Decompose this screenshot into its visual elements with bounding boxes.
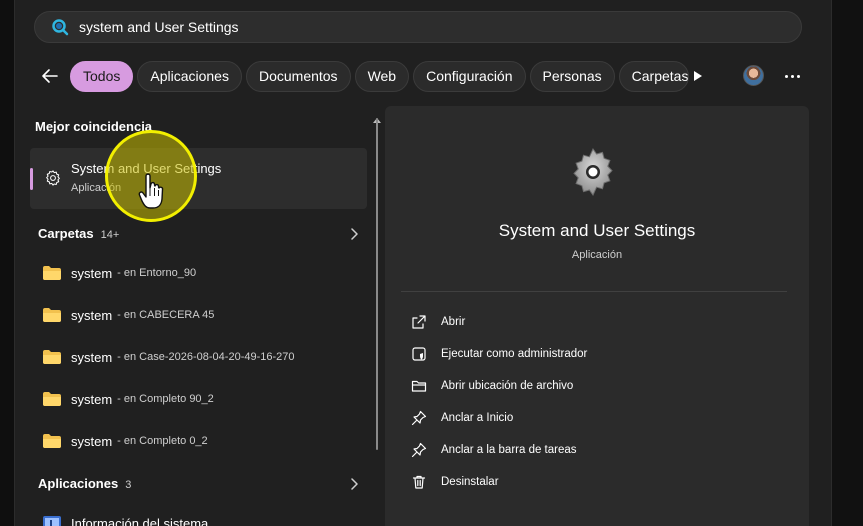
folders-group-count: 14+ (100, 229, 120, 241)
search-icon (51, 18, 69, 36)
best-match-subtitle: Aplicación (71, 182, 122, 194)
action-label: Desinstalar (441, 476, 499, 488)
action-label: Abrir (441, 316, 466, 328)
desktop-edge (832, 0, 863, 526)
action-label: Anclar a la barra de tareas (441, 444, 577, 456)
apps-group-count: 3 (125, 479, 132, 491)
scroll-filters-right-button[interactable] (690, 68, 706, 84)
shield-admin-icon (412, 347, 426, 361)
best-match-heading: Mejor coincidencia (35, 119, 153, 134)
action-run-as-admin[interactable]: Ejecutar como administrador (411, 342, 587, 366)
folder-location: - en Entorno_90 (117, 267, 197, 279)
folder-icon (43, 266, 61, 280)
folders-group-label: Carpetas (38, 226, 94, 241)
detail-app-kind: Aplicación (571, 249, 623, 261)
folder-result-item[interactable]: system - en Case-2026-08-04-20-49-16-270 (30, 339, 367, 375)
action-pin-to-taskbar[interactable]: Anclar a la barra de tareas (411, 438, 577, 462)
pin-taskbar-icon (411, 442, 427, 458)
folder-icon (43, 350, 61, 364)
filter-bar: Todos Aplicaciones Documentos Web Config… (38, 60, 693, 92)
action-pin-to-start[interactable]: Anclar a Inicio (411, 406, 513, 430)
dot-icon (796, 74, 800, 78)
chevron-right-icon[interactable] (349, 478, 359, 490)
back-button[interactable] (38, 64, 62, 88)
action-uninstall[interactable]: Desinstalar (411, 470, 499, 494)
folder-icon (43, 308, 61, 322)
folder-name: system (71, 349, 113, 365)
divider (401, 291, 787, 292)
dot-icon (784, 74, 788, 78)
avatar[interactable] (743, 65, 764, 86)
detail-pane: System and User Settings Aplicación Abri… (385, 106, 809, 526)
folder-result-item[interactable]: system - en Completo 0_2 (30, 423, 367, 459)
action-label: Ejecutar como administrador (441, 348, 588, 360)
apps-group-label: Aplicaciones (38, 476, 119, 491)
best-match-item[interactable]: System and User Settings Aplicación (30, 148, 367, 209)
pin-icon (411, 410, 427, 426)
folder-result-item[interactable]: system - en Completo 90_2 (30, 381, 367, 417)
folder-icon (43, 434, 61, 448)
folders-group-header[interactable]: Carpetas 14+ (38, 226, 119, 241)
gear-icon (573, 148, 613, 196)
detail-app-name: System and User Settings (498, 221, 696, 240)
trash-icon (412, 475, 426, 489)
scrollbar-thumb[interactable] (376, 118, 378, 450)
folder-result-item[interactable]: system - en CABECERA 45 (30, 297, 367, 333)
filter-chip-personas[interactable]: Personas (529, 60, 615, 92)
selection-indicator (30, 168, 33, 190)
action-open-file-location[interactable]: Abrir ubicación de archivo (411, 374, 573, 398)
folder-location: - en Completo 90_2 (117, 393, 214, 405)
filter-chip-documentos[interactable]: Documentos (245, 60, 351, 92)
folder-location: - en CABECERA 45 (117, 309, 215, 321)
arrow-left-icon (42, 69, 58, 83)
filter-chip-configuracion[interactable]: Configuración (413, 60, 526, 92)
folder-icon (43, 392, 61, 406)
filter-chip-carpetas[interactable]: Carpetas (618, 60, 689, 92)
app-name: Información del sistema (71, 515, 209, 526)
more-options-button[interactable] (782, 66, 802, 86)
folder-name: system (71, 307, 113, 323)
filter-chip-todos[interactable]: Todos (70, 60, 134, 92)
folder-name: system (71, 391, 113, 407)
folder-result-item[interactable]: system - en Entorno_90 (30, 255, 367, 291)
folder-open-icon (411, 380, 427, 392)
chevron-right-icon[interactable] (349, 228, 359, 240)
search-input[interactable]: system and User Settings (79, 19, 239, 35)
app-result-item[interactable]: Información del sistema (30, 505, 367, 526)
play-icon (694, 71, 702, 81)
open-external-icon (412, 315, 426, 329)
folder-name: system (71, 265, 113, 281)
action-label: Anclar a Inicio (441, 412, 514, 424)
action-open[interactable]: Abrir (411, 310, 465, 334)
folder-name: system (71, 433, 113, 449)
filter-chip-web[interactable]: Web (354, 60, 410, 92)
folder-location: - en Case-2026-08-04-20-49-16-270 (117, 351, 295, 363)
dot-icon (790, 74, 794, 78)
system-info-icon (43, 516, 61, 526)
action-label: Abrir ubicación de archivo (441, 380, 574, 392)
folder-location: - en Completo 0_2 (117, 435, 208, 447)
gear-icon (46, 170, 60, 186)
filter-chip-aplicaciones[interactable]: Aplicaciones (137, 60, 242, 92)
search-box[interactable]: system and User Settings (34, 11, 802, 43)
best-match-title: System and User Settings (71, 161, 222, 176)
apps-group-header[interactable]: Aplicaciones 3 (38, 476, 131, 491)
